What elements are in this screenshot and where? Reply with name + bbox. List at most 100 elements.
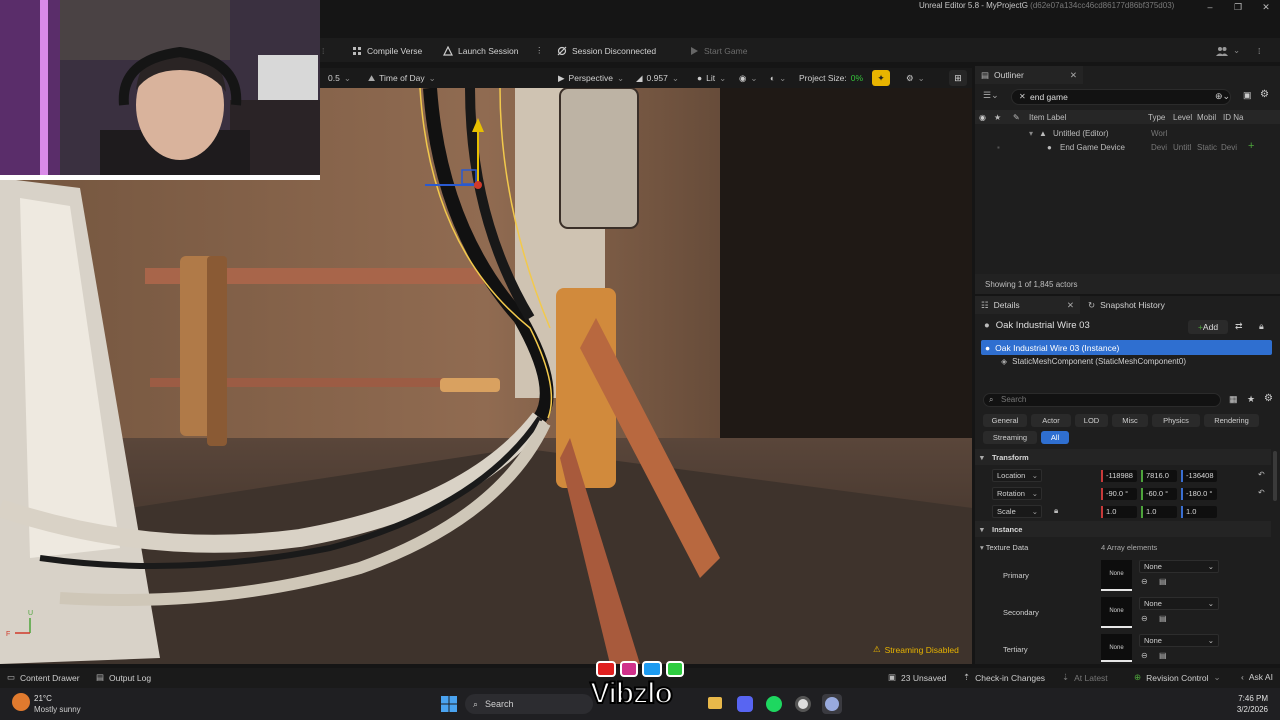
details-search-input[interactable]: ⌕ Search — [983, 393, 1221, 407]
lock-icon[interactable]: 🔒︎ — [1259, 321, 1264, 332]
folder-icon[interactable]: ▣ — [1243, 90, 1252, 101]
close-window-button[interactable]: ✕ — [1254, 0, 1278, 14]
instance-section-header[interactable]: ▾ Instance — [975, 521, 1271, 537]
settings-menu-button[interactable]: ⁞ — [1258, 43, 1260, 58]
weather-description[interactable]: Mostly sunny — [34, 705, 81, 714]
add-icon[interactable]: + — [1248, 140, 1254, 152]
filter-misc[interactable]: Misc — [1112, 414, 1148, 427]
filter-streaming[interactable]: Streaming — [983, 431, 1037, 444]
outliner-row-end-game-device[interactable]: ▪ ● End Game Device Devi Untitl Static D… — [975, 140, 1280, 154]
location-y-field[interactable]: 7816.0 — [1141, 470, 1177, 482]
maximize-button[interactable]: ❐ — [1226, 0, 1250, 14]
clock-date[interactable]: 3/2/2026 — [1230, 705, 1268, 714]
star-icon[interactable]: ★ — [1247, 394, 1255, 405]
session-options-button[interactable]: ⋮ — [535, 43, 544, 58]
reset-rotation-icon[interactable]: ↶ — [1258, 488, 1265, 497]
tab-details[interactable]: ☷ Details ✕ — [975, 296, 1080, 314]
camera-speed-dropdown[interactable]: 0.5 ⌄ — [328, 71, 351, 85]
weather-temperature[interactable]: 21°C — [34, 694, 52, 703]
users-button[interactable]: ⌄ — [1216, 43, 1240, 58]
clock-time[interactable]: 7:46 PM — [1236, 694, 1268, 703]
add-filter-icon[interactable]: ⊕⌄ — [1215, 91, 1230, 102]
compile-verse-button[interactable]: Compile Verse — [352, 43, 422, 58]
visibility-toggle-icon[interactable]: ▪ — [997, 143, 1000, 152]
location-dropdown[interactable]: Location ⌄ — [992, 469, 1042, 482]
weather-icon[interactable] — [12, 693, 30, 711]
scale-dropdown[interactable]: Scale ⌄ — [992, 505, 1042, 518]
close-icon[interactable]: ✕ — [1067, 300, 1074, 311]
texture-tertiary-thumbnail[interactable]: None — [1101, 634, 1132, 662]
filter-physics[interactable]: Physics — [1152, 414, 1200, 427]
discord-icon[interactable] — [737, 696, 753, 712]
transform-section-header[interactable]: ▾ Transform — [975, 449, 1271, 465]
gear-icon[interactable]: ⚙ — [1260, 89, 1269, 100]
texture-tertiary-dropdown[interactable]: None ⌄ — [1139, 634, 1219, 647]
details-scrollbar[interactable] — [1273, 451, 1277, 501]
filter-lod[interactable]: LOD — [1075, 414, 1108, 427]
minimize-button[interactable]: – — [1198, 0, 1222, 14]
add-component-button[interactable]: +Add — [1188, 320, 1228, 334]
outliner-row-world[interactable]: ▾ ▲ Untitled (Editor) Worl — [975, 126, 1280, 140]
tab-snapshot-history[interactable]: ↻ Snapshot History — [1082, 296, 1171, 314]
start-button[interactable] — [441, 696, 457, 712]
unsaved-button[interactable]: ▣ 23 Unsaved — [888, 672, 946, 683]
spotify-icon[interactable] — [766, 696, 782, 712]
reset-location-icon[interactable]: ↶ — [1258, 470, 1265, 479]
scale-x-field[interactable]: 1.0 — [1101, 506, 1137, 518]
gear-icon[interactable]: ⚙ — [1264, 393, 1273, 404]
texture-primary-dropdown[interactable]: None ⌄ — [1139, 560, 1219, 573]
filter-general[interactable]: General — [983, 414, 1027, 427]
texture-secondary-thumbnail[interactable]: None — [1101, 597, 1132, 628]
rotation-x-field[interactable]: -90.0 ° — [1101, 488, 1137, 500]
filter-icon[interactable]: ☰⌄ — [983, 90, 999, 101]
use-selected-icon[interactable]: ⊖ — [1141, 577, 1148, 586]
instance-row[interactable]: ● Oak Industrial Wire 03 (Instance) — [981, 340, 1272, 355]
rotation-y-field[interactable]: -60.0 ° — [1141, 488, 1177, 500]
content-drawer-button[interactable]: ▭ Content Drawer — [7, 672, 80, 683]
realtime-dropdown[interactable]: ◐ ⌄ — [770, 71, 786, 85]
time-of-day-dropdown[interactable]: ⛰ Time of Day ⌄ — [368, 71, 436, 85]
texture-data-label[interactable]: ▾ Texture Data — [980, 543, 1028, 552]
location-z-field[interactable]: -136408 — [1181, 470, 1217, 482]
session-status-button[interactable]: Session Disconnected — [557, 43, 656, 58]
scale-y-field[interactable]: 1.0 — [1141, 506, 1177, 518]
streaming-disabled-warning[interactable]: ⚠ Streaming Disabled — [873, 644, 959, 655]
outliner-search-input[interactable]: ✕ end game ⊕⌄ — [1011, 89, 1231, 105]
rotation-z-field[interactable]: -180.0 ° — [1181, 488, 1217, 500]
launch-session-button[interactable]: Launch Session — [443, 43, 519, 58]
layout-button[interactable]: ⊞ — [949, 70, 967, 86]
scale-z-field[interactable]: 1.0 — [1181, 506, 1217, 518]
texture-secondary-dropdown[interactable]: None ⌄ — [1139, 597, 1219, 610]
start-game-button[interactable]: Start Game — [689, 43, 747, 58]
alert-button[interactable]: ✦ — [872, 70, 890, 86]
github-icon[interactable] — [795, 696, 811, 712]
at-latest-button[interactable]: ⇣ At Latest — [1062, 672, 1108, 683]
view-mode-dropdown[interactable]: ● Lit ⌄ — [697, 71, 726, 85]
lock-scale-icon[interactable]: 🔒︎ — [1054, 506, 1058, 516]
table-view-icon[interactable]: ▦ — [1229, 394, 1238, 405]
expand-icon[interactable]: ▾ — [1029, 129, 1033, 138]
output-log-button[interactable]: ▤ Output Log — [96, 672, 151, 683]
use-selected-icon[interactable]: ⊖ — [1141, 651, 1148, 660]
taskbar-search[interactable]: ⌕ Search — [465, 694, 593, 714]
perspective-dropdown[interactable]: ▶ Perspective ⌄ — [558, 71, 624, 85]
check-in-button[interactable]: ⇡ Check-in Changes — [963, 672, 1045, 683]
show-flags-dropdown[interactable]: ◉ ⌄ — [739, 71, 758, 85]
browse-icon[interactable]: ▤ — [1159, 577, 1167, 586]
location-x-field[interactable]: -118988 — [1101, 470, 1137, 482]
filter-actor[interactable]: Actor — [1031, 414, 1071, 427]
blueprint-icon[interactable]: ⇄ — [1235, 321, 1243, 332]
browse-icon[interactable]: ▤ — [1159, 651, 1167, 660]
rotation-dropdown[interactable]: Rotation ⌄ — [992, 487, 1042, 500]
filter-all[interactable]: All — [1041, 431, 1069, 444]
tab-outliner[interactable]: ▤ Outliner ✕ — [975, 66, 1083, 84]
fov-dropdown[interactable]: ◢ 0.957 ⌄ — [636, 71, 679, 85]
clear-search-icon[interactable]: ✕ — [1019, 92, 1026, 101]
ask-ai-button[interactable]: ‹ Ask AI — [1241, 672, 1273, 682]
file-explorer-icon[interactable] — [708, 697, 722, 709]
filter-rendering[interactable]: Rendering — [1204, 414, 1259, 427]
unreal-editor-icon[interactable] — [822, 694, 842, 714]
use-selected-icon[interactable]: ⊖ — [1141, 614, 1148, 623]
close-icon[interactable]: ✕ — [1070, 70, 1077, 81]
revision-control-dropdown[interactable]: ⊕ Revision Control ⌄ — [1134, 672, 1221, 683]
